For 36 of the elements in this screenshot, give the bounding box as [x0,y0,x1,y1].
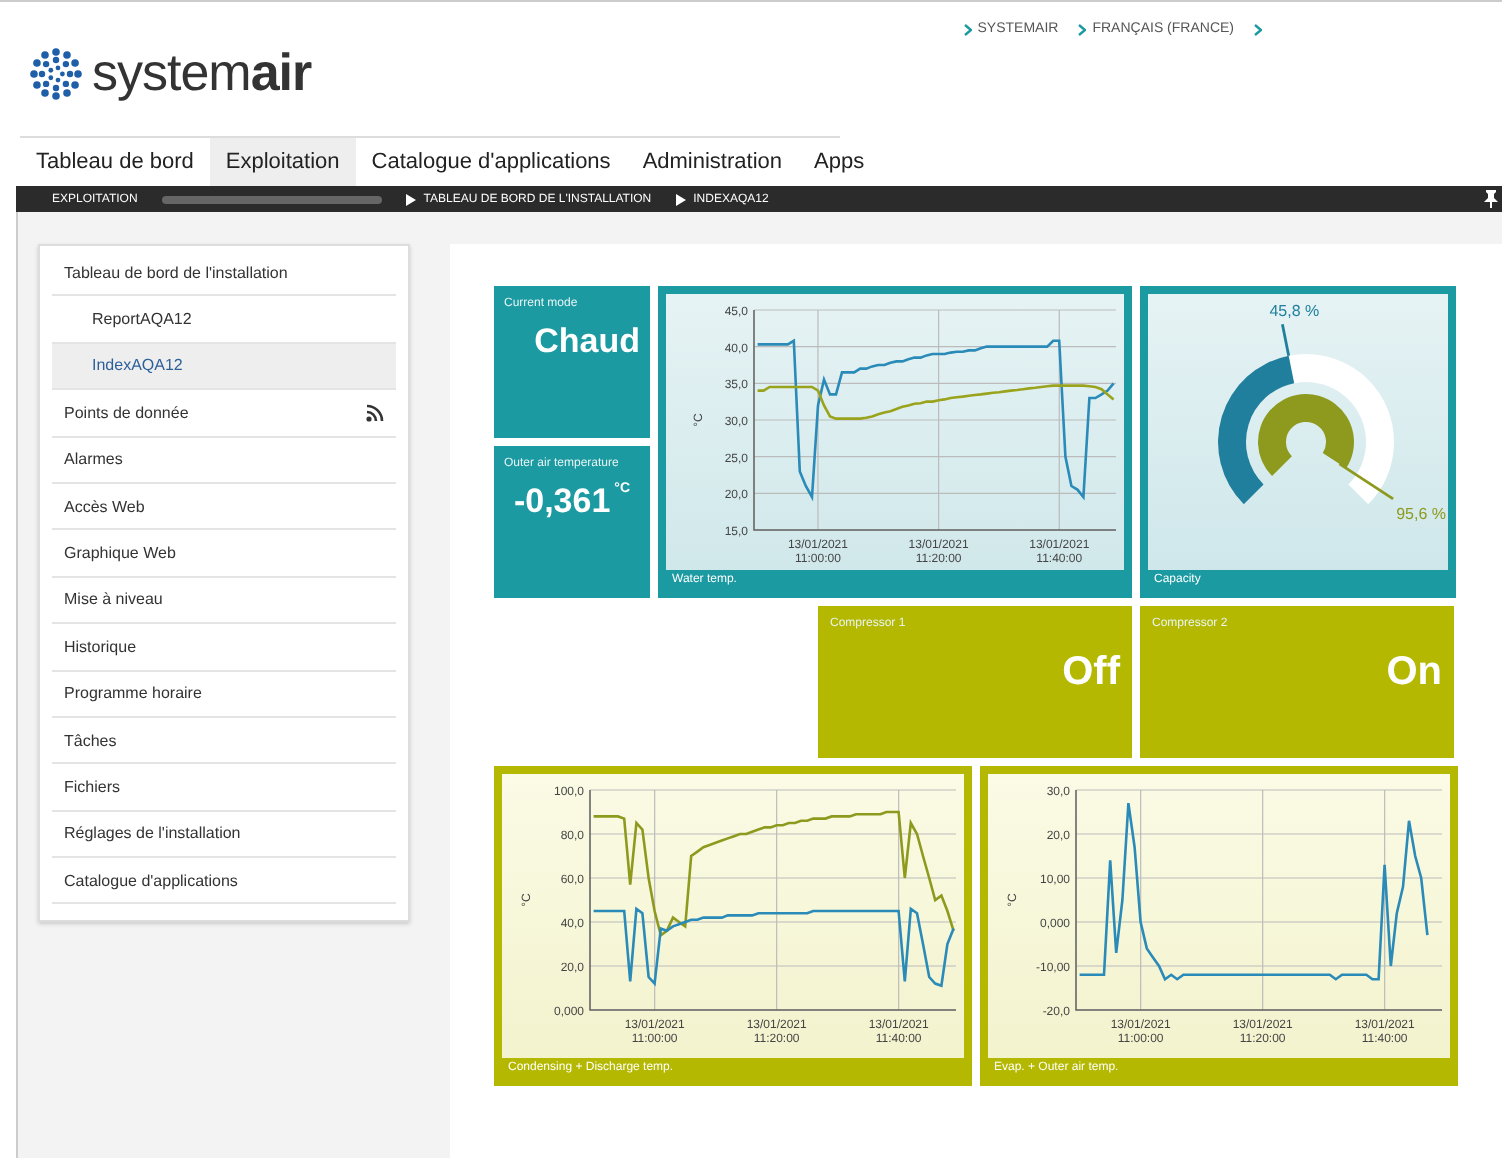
gauge-reading: 95,6 % [1396,504,1446,523]
nav-tab[interactable]: Catalogue d'applications [355,138,627,186]
sidebar-item[interactable]: Fichiers [52,764,396,812]
nav-tab[interactable]: Administration [626,138,799,186]
sidebar-item[interactable]: IndexAQA12 [52,343,396,391]
sidebar-item[interactable]: Points de donnée [52,390,396,438]
sidebar-item[interactable]: Programme horaire [52,671,396,718]
nav-tab[interactable]: Apps [798,138,881,186]
sidebar-item[interactable]: Tableau de bord de l'installation [52,250,396,297]
tile-value: -0,361 [513,482,611,522]
tile-value: Chaud [534,322,640,362]
sidebar-item[interactable]: Tâches [52,717,396,765]
triangle-icon [675,193,686,205]
sidebar-item[interactable]: Mise à niveau [52,577,396,625]
sidebar-item[interactable]: Catalogue d'applications [52,858,396,905]
nav-tab[interactable]: Exploitation [209,138,356,186]
chevron-icon [1078,23,1087,35]
chevron-icon [963,23,972,35]
sidebar-item[interactable]: Historique [52,624,396,672]
sidebar-item[interactable]: Réglages de l'installation [52,811,396,859]
sidebar-item[interactable]: Accès Web [52,483,396,531]
pin-icon[interactable] [1484,190,1498,208]
gauge-reading: 45,8 % [1269,302,1320,321]
nav-tab[interactable]: Tableau de bord [20,138,210,186]
sidebar-item[interactable]: Graphique Web [52,530,396,578]
tile-value: On [1386,650,1442,696]
leader-line [1338,462,1394,500]
top-link[interactable] [1254,22,1262,36]
feed-icon [366,403,384,422]
logo-text: systemair [92,42,312,104]
logo-icon [30,47,82,99]
sidebar-item[interactable]: Alarmes [52,437,396,484]
tile-value: Off [1062,650,1120,696]
leader-line [1281,324,1291,356]
chevron-icon [1254,23,1262,35]
triangle-icon [405,193,416,205]
